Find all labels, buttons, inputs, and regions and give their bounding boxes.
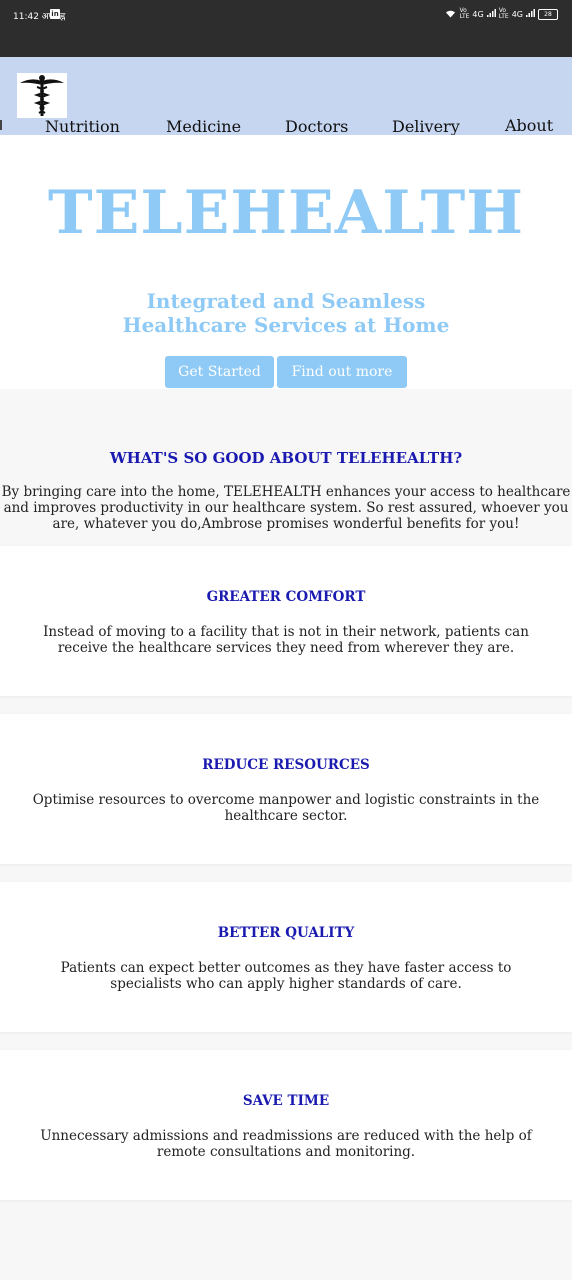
caduceus-icon[interactable]	[17, 73, 67, 118]
nav-item-delivery[interactable]: Delivery	[392, 117, 460, 136]
benefit-card-save-time: SAVE TIME Unnecessary admissions and rea…	[0, 1050, 572, 1200]
find-out-more-button[interactable]: Find out more	[277, 356, 407, 388]
linkedin-icon: in	[50, 9, 60, 19]
volte-icon-2: Vo LTE	[498, 7, 509, 20]
hero-title: TELEHEALTH	[48, 178, 524, 248]
volte-icon: Vo LTE	[459, 7, 470, 20]
hero-subtitle-line-2: Healthcare Services at Home	[122, 313, 450, 337]
benefit-title: GREATER COMFORT	[206, 589, 366, 605]
benefit-text: Instead of moving to a facility that is …	[43, 624, 529, 656]
benefit-text: Patients can expect better outcomes as t…	[60, 960, 512, 992]
signal-bars-icon-2	[526, 9, 535, 19]
nav-edge-fragment	[0, 120, 2, 130]
benefit-text: Optimise resources to overcome manpower …	[32, 792, 540, 824]
benefit-card-greater-comfort: GREATER COMFORT Instead of moving to a f…	[0, 546, 572, 696]
hero-subtitle-line-1: Integrated and Seamless	[146, 289, 426, 313]
intro-text: By bringing care into the home, TELEHEAL…	[1, 484, 571, 532]
nav-item-nutrition[interactable]: Nutrition	[45, 117, 120, 136]
battery-icon: 28	[538, 8, 558, 20]
benefit-text: Unnecessary admissions and readmissions …	[40, 1128, 532, 1160]
hero-subtitle: Integrated and Seamless Healthcare Servi…	[0, 289, 572, 337]
get-started-button[interactable]: Get Started	[165, 356, 274, 388]
benefit-title: BETTER QUALITY	[217, 925, 355, 941]
signal-bars-icon	[486, 9, 496, 19]
benefit-card-better-quality: BETTER QUALITY Patients can expect bette…	[0, 882, 572, 1032]
signal-label-1: 4G	[472, 9, 484, 19]
benefit-title: SAVE TIME	[242, 1093, 330, 1109]
benefit-card-reduce-resources: REDUCE RESOURCES Optimise resources to o…	[0, 714, 572, 864]
benefit-title: REDUCE RESOURCES	[202, 757, 370, 773]
signal-label-2: 4G	[511, 9, 523, 19]
section-heading: WHAT'S SO GOOD ABOUT TELEHEALTH?	[109, 449, 463, 467]
nav-item-doctors[interactable]: Doctors	[285, 117, 348, 136]
wifi-icon	[445, 9, 456, 20]
status-bar: 11:42 अपराह्न in Vo LTE 4G Vo LTE 4G 28	[0, 0, 572, 57]
hero-section	[0, 135, 572, 389]
status-indicators: Vo LTE 4G Vo LTE 4G 28	[445, 8, 558, 20]
nav-item-medicine[interactable]: Medicine	[166, 117, 241, 136]
